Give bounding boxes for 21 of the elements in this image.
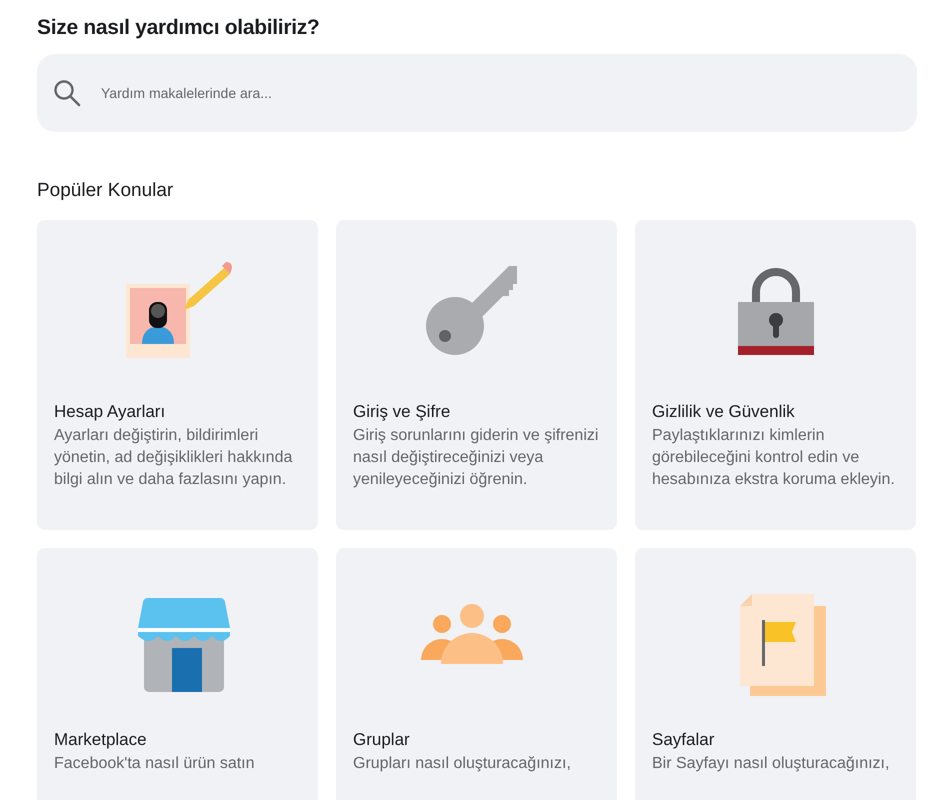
topic-title: Gruplar: [353, 730, 411, 750]
topic-card[interactable]: Gruplar Grupları nasıl oluşturacağınızı,: [336, 548, 617, 800]
topic-description: Giriş sorunlarını giderin ve şifrenizi nasıl değiştireceğinizi veya yenileyeceğinizi öğrenin.: [353, 426, 600, 490]
topic-card[interactable]: Marketplace Facebook'ta nasıl ürün satın: [37, 548, 318, 800]
topic-description: Ayarları değiştirin, bildirimleri yönetin, ad değişiklikleri hakkında bilgi alın ve daha fazlasını yapın.: [54, 426, 294, 490]
topic-title: Giriş ve Şifre: [353, 402, 452, 422]
topic-card[interactable]: Gizlilik ve Güvenlik Paylaştıklarınızı kimlerin görebileceğini kontrol edin ve hesabınıza ekstra koruma ekleyin.: [635, 220, 916, 530]
topic-description: Bir Sayfayı nasıl oluşturacağınızı,: [652, 754, 890, 774]
topic-description: Facebook'ta nasıl ürün satın: [54, 754, 256, 774]
topic-title: Marketplace: [54, 730, 148, 750]
topic-title: Hesap Ayarları: [54, 402, 166, 422]
topic-description: Paylaştıklarınızı kimlerin görebileceğini kontrol edin ve hesabınıza ekstra koruma ekleyin.: [652, 426, 896, 490]
page-heading: Size nasıl yardımcı olabiliriz?: [37, 16, 320, 40]
topic-card[interactable]: Hesap Ayarları Ayarları değiştirin, bildirimleri yönetin, ad değişiklikleri hakkında bilgi alın ve daha fazlasını yapın.: [37, 220, 318, 530]
topic-card[interactable]: Giriş ve Şifre Giriş sorunlarını giderin ve şifrenizi nasıl değiştireceğinizi veya yenileyeceğinizi öğrenin.: [336, 220, 617, 530]
topic-card[interactable]: Sayfalar Bir Sayfayı nasıl oluşturacağınızı,: [635, 548, 916, 800]
topic-description: Grupları nasıl oluşturacağınızı,: [353, 754, 572, 774]
topic-title: Gizlilik ve Güvenlik: [652, 402, 796, 422]
topic-title: Sayfalar: [652, 730, 716, 750]
section-title: Popüler Konular: [37, 180, 174, 202]
search-field[interactable]: Yardım makalelerinde ara...: [37, 54, 917, 132]
